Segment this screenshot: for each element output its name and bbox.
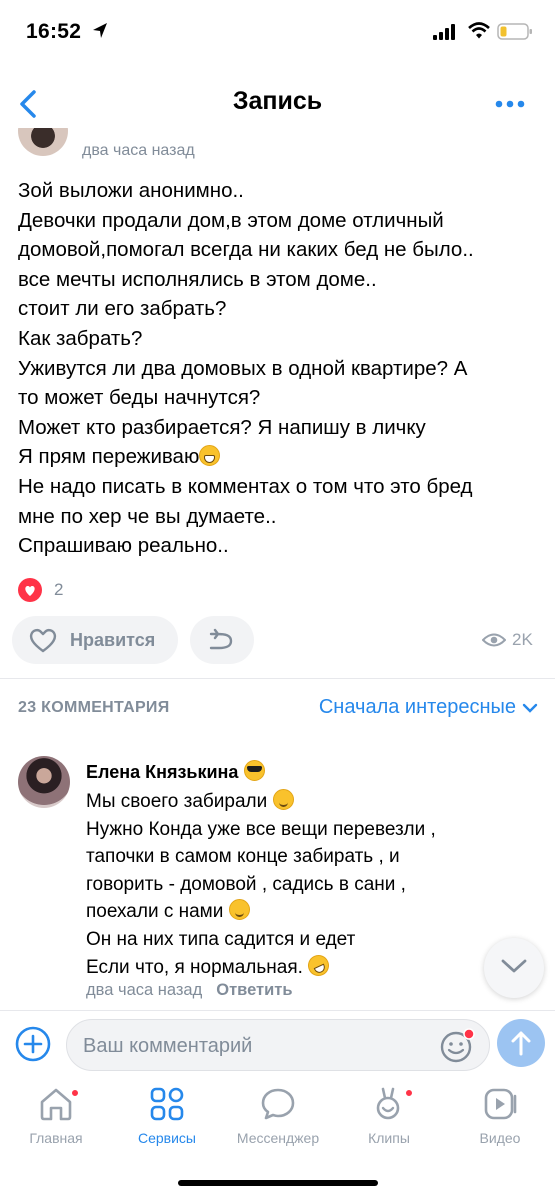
comments-header: 23 КОММЕНТАРИЯ Сначала интересные	[18, 696, 538, 722]
cellular-signal-icon	[433, 24, 455, 40]
comment-line: Если что, я нормальная.	[86, 951, 526, 982]
add-attachment-icon[interactable]	[14, 1025, 52, 1063]
battery-icon	[497, 23, 532, 40]
tab-label: Клипы	[368, 1130, 410, 1146]
home-icon	[40, 1088, 72, 1121]
chevron-down-icon	[522, 703, 538, 713]
post-line: Не надо писать в комментах о том что это…	[18, 474, 473, 498]
more-options-icon[interactable]	[494, 96, 526, 112]
tab-messenger[interactable]: Мессенджер	[223, 1086, 333, 1156]
status-time: 16:52	[26, 20, 82, 43]
chevron-down-icon	[501, 959, 527, 973]
post-line: Я прям переживаю	[18, 442, 538, 472]
comment-line: поехали с нами	[86, 898, 526, 926]
commenter-avatar[interactable]	[18, 756, 70, 808]
tab-label: Видео	[479, 1130, 521, 1146]
post-line: Спрашиваю реально..	[18, 534, 229, 558]
smiling-emoji-icon	[272, 789, 294, 810]
send-button[interactable]	[497, 1019, 545, 1067]
like-label: Нравится	[70, 630, 156, 650]
video-play-icon	[484, 1088, 517, 1120]
post-line: Девочки продали дом,в этом доме отличный	[18, 208, 444, 232]
post-line: Как забрать?	[18, 326, 143, 350]
nav-header: Запись	[0, 78, 555, 130]
tab-label: Сервисы	[137, 1130, 196, 1146]
tab-clips[interactable]: Клипы	[334, 1086, 444, 1156]
comment-line: тапочки в самом конце забирать , и	[86, 846, 400, 868]
post-line: то может беды начнутся?	[18, 386, 261, 410]
grinning-emoji-icon	[199, 445, 221, 467]
emoji-picker-icon[interactable]	[439, 1028, 475, 1064]
share-icon	[209, 628, 233, 650]
post-line: домовой,помогал всегда ни каких бед не б…	[18, 238, 474, 262]
post-author: два часа назад	[0, 128, 555, 166]
post-line: мне по хер че вы думаете..	[18, 504, 277, 528]
post-line: Зой выложи анонимно..	[18, 179, 244, 202]
post-time: два часа назад	[82, 142, 195, 159]
comment-text: Мы своего забирали Нужно Конда уже все в…	[86, 788, 526, 981]
section-divider	[0, 678, 555, 686]
share-button[interactable]	[190, 616, 254, 664]
sort-label: Сначала интересные	[318, 696, 516, 718]
comment-input[interactable]	[83, 1032, 423, 1060]
commenter-name-text: Елена Князькина	[86, 762, 239, 782]
sort-dropdown[interactable]: Сначала интересные	[319, 696, 538, 719]
scroll-down-button[interactable]	[484, 938, 544, 998]
comment-line-text: Мы своего забирали	[86, 791, 268, 812]
comment-line: Мы своего забирали	[86, 788, 526, 816]
comment-line-text: поехали с нами	[86, 901, 224, 923]
like-button[interactable]: Нравится	[12, 616, 178, 664]
post-line: Уживутся ли два домовых в одной квартире…	[18, 356, 468, 380]
heart-outline-icon	[29, 628, 57, 653]
clips-icon	[376, 1087, 400, 1120]
comment-line: говорить - домовой , садись в сани ,	[86, 873, 406, 895]
post-line-text: Я прям переживаю	[18, 445, 200, 469]
comment-time: два часа назад	[86, 981, 203, 999]
comment-field	[66, 1019, 490, 1071]
tab-home[interactable]: Главная	[1, 1086, 111, 1156]
reactions-count: 2	[54, 580, 64, 599]
tab-video[interactable]: Видео	[445, 1086, 555, 1156]
post-line: все мечты исполнялись в этом доме..	[18, 267, 377, 291]
tab-label: Мессенджер	[236, 1130, 320, 1146]
location-arrow-icon	[93, 23, 107, 38]
reply-button[interactable]: Ответить	[216, 981, 292, 999]
sunglasses-emoji-icon	[244, 760, 266, 781]
tab-label: Главная	[29, 1130, 83, 1146]
comment-line: Нужно Конда уже все вещи перевезли ,	[86, 818, 436, 840]
services-grid-icon	[150, 1087, 184, 1121]
comments-count: 23 КОММЕНТАРИЯ	[18, 699, 170, 716]
smiling-emoji-icon	[228, 899, 250, 921]
comment-composer	[0, 1010, 555, 1078]
page-title: Запись	[232, 87, 323, 115]
tab-services[interactable]: Сервисы	[112, 1086, 222, 1156]
status-bar: 16:52	[0, 0, 555, 66]
eye-icon	[482, 633, 506, 647]
rofl-emoji-icon	[304, 951, 333, 980]
heart-reaction-icon	[18, 578, 42, 602]
comment-meta: два часа назад Ответить	[86, 981, 292, 1000]
wifi-icon	[468, 22, 490, 39]
author-avatar[interactable]	[18, 128, 68, 156]
arrow-up-icon	[511, 1031, 531, 1056]
home-indicator	[178, 1180, 378, 1186]
comment-line: Он на них типа садится и едет	[86, 928, 356, 950]
views-count: 2K	[512, 630, 533, 649]
comment-line-text: Если что, я нормальная.	[86, 956, 303, 978]
commenter-name[interactable]: Елена Князькина	[86, 760, 266, 783]
post-line: Может кто разбирается? Я напишу в личку	[18, 415, 426, 439]
home-badge	[71, 1089, 79, 1097]
clips-badge	[405, 1089, 413, 1097]
chat-bubble-icon	[261, 1088, 295, 1120]
post-text: Зой выложи анонимно.. Девочки продали до…	[18, 176, 538, 561]
post-line: стоит ли его забрать?	[18, 297, 227, 321]
